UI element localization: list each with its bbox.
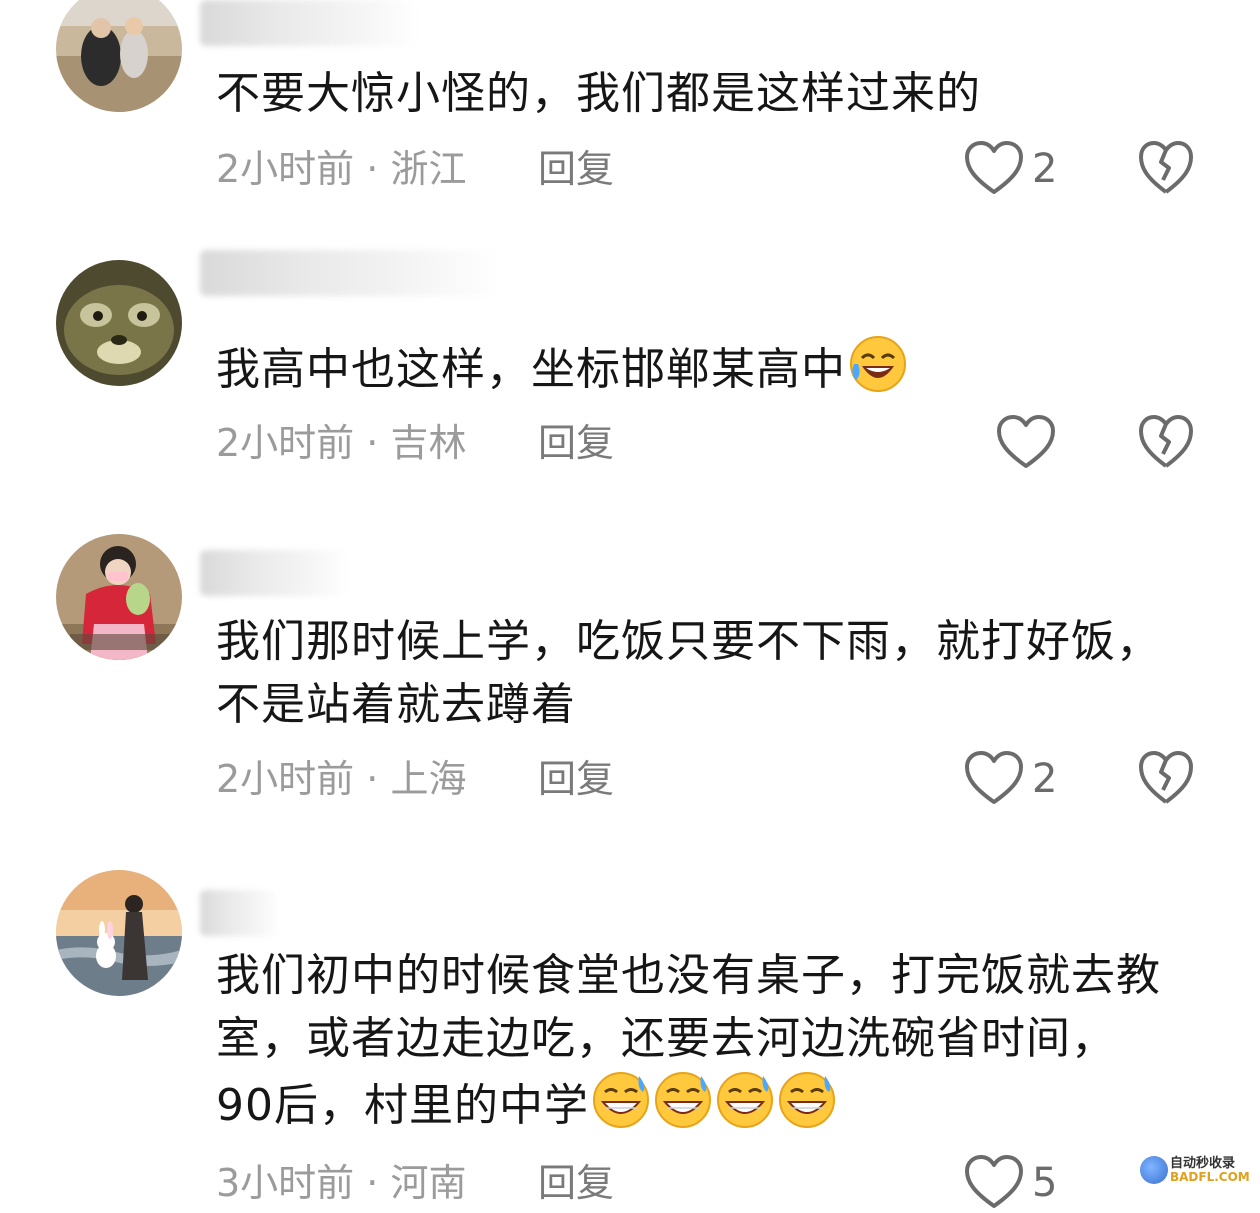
comment-meta: 2小时前 · 浙江 (216, 147, 467, 191)
broken-heart-icon (1139, 751, 1193, 804)
comment-meta: 2小时前 · 吉林 (216, 421, 467, 465)
heart-icon (997, 415, 1055, 468)
reply-button[interactable]: 回复 (538, 754, 614, 804)
like-button[interactable] (964, 1154, 1024, 1210)
comment-meta: 3小时前 · 河南 (216, 1161, 467, 1205)
comment-text: 不要大惊小怪的，我们都是这样过来的 (216, 68, 981, 119)
reply-button[interactable]: 回复 (538, 144, 614, 194)
grin-sweat-emoji (777, 1070, 837, 1130)
comment-text: 我们那时候上学，吃饭只要不下雨，就打好饭， 不是站着就去蹲着 (216, 616, 1161, 730)
avatar[interactable] (56, 0, 182, 112)
reply-button[interactable]: 回复 (538, 418, 614, 468)
avatar[interactable] (56, 534, 182, 660)
like-button[interactable] (964, 750, 1024, 806)
laughing-tears-emoji (848, 334, 908, 394)
avatar[interactable] (56, 260, 182, 386)
comment-meta: 2小时前 · 上海 (216, 757, 467, 801)
watermark: 自动秒收录 BADFL.COM (1140, 1152, 1250, 1192)
broken-heart-icon (1139, 415, 1193, 468)
username-blurred (200, 550, 350, 596)
dislike-button[interactable] (1138, 750, 1194, 806)
like-button[interactable] (996, 414, 1056, 470)
dislike-button[interactable] (1138, 140, 1194, 196)
like-button[interactable] (964, 140, 1024, 196)
reply-button[interactable]: 回复 (538, 1158, 614, 1208)
watermark-logo-icon (1140, 1156, 1168, 1184)
grin-sweat-emoji (591, 1070, 651, 1130)
heart-icon (965, 751, 1023, 804)
username-blurred (200, 250, 500, 296)
comment-text: 我们初中的时候食堂也没有桌子，打完饭就去教 室，或者边走边吃，还要去河边洗碗省时… (216, 950, 1161, 1131)
watermark-text: 自动秒收录 (1170, 1156, 1236, 1171)
grin-sweat-emoji (653, 1070, 713, 1130)
avatar[interactable] (56, 870, 182, 996)
comment-text: 我高中也这样，坐标邯郸某高中 (216, 334, 1226, 401)
username-blurred (200, 890, 280, 936)
like-count: 2 (1032, 756, 1058, 802)
grin-sweat-emoji (715, 1070, 775, 1130)
heart-icon (965, 1155, 1023, 1208)
dislike-button[interactable] (1138, 414, 1194, 470)
heart-icon (965, 141, 1023, 194)
username-blurred (200, 0, 420, 46)
watermark-url: BADFL.COM (1170, 1170, 1250, 1184)
like-count: 5 (1032, 1160, 1058, 1206)
broken-heart-icon (1139, 141, 1193, 194)
like-count: 2 (1032, 146, 1058, 192)
